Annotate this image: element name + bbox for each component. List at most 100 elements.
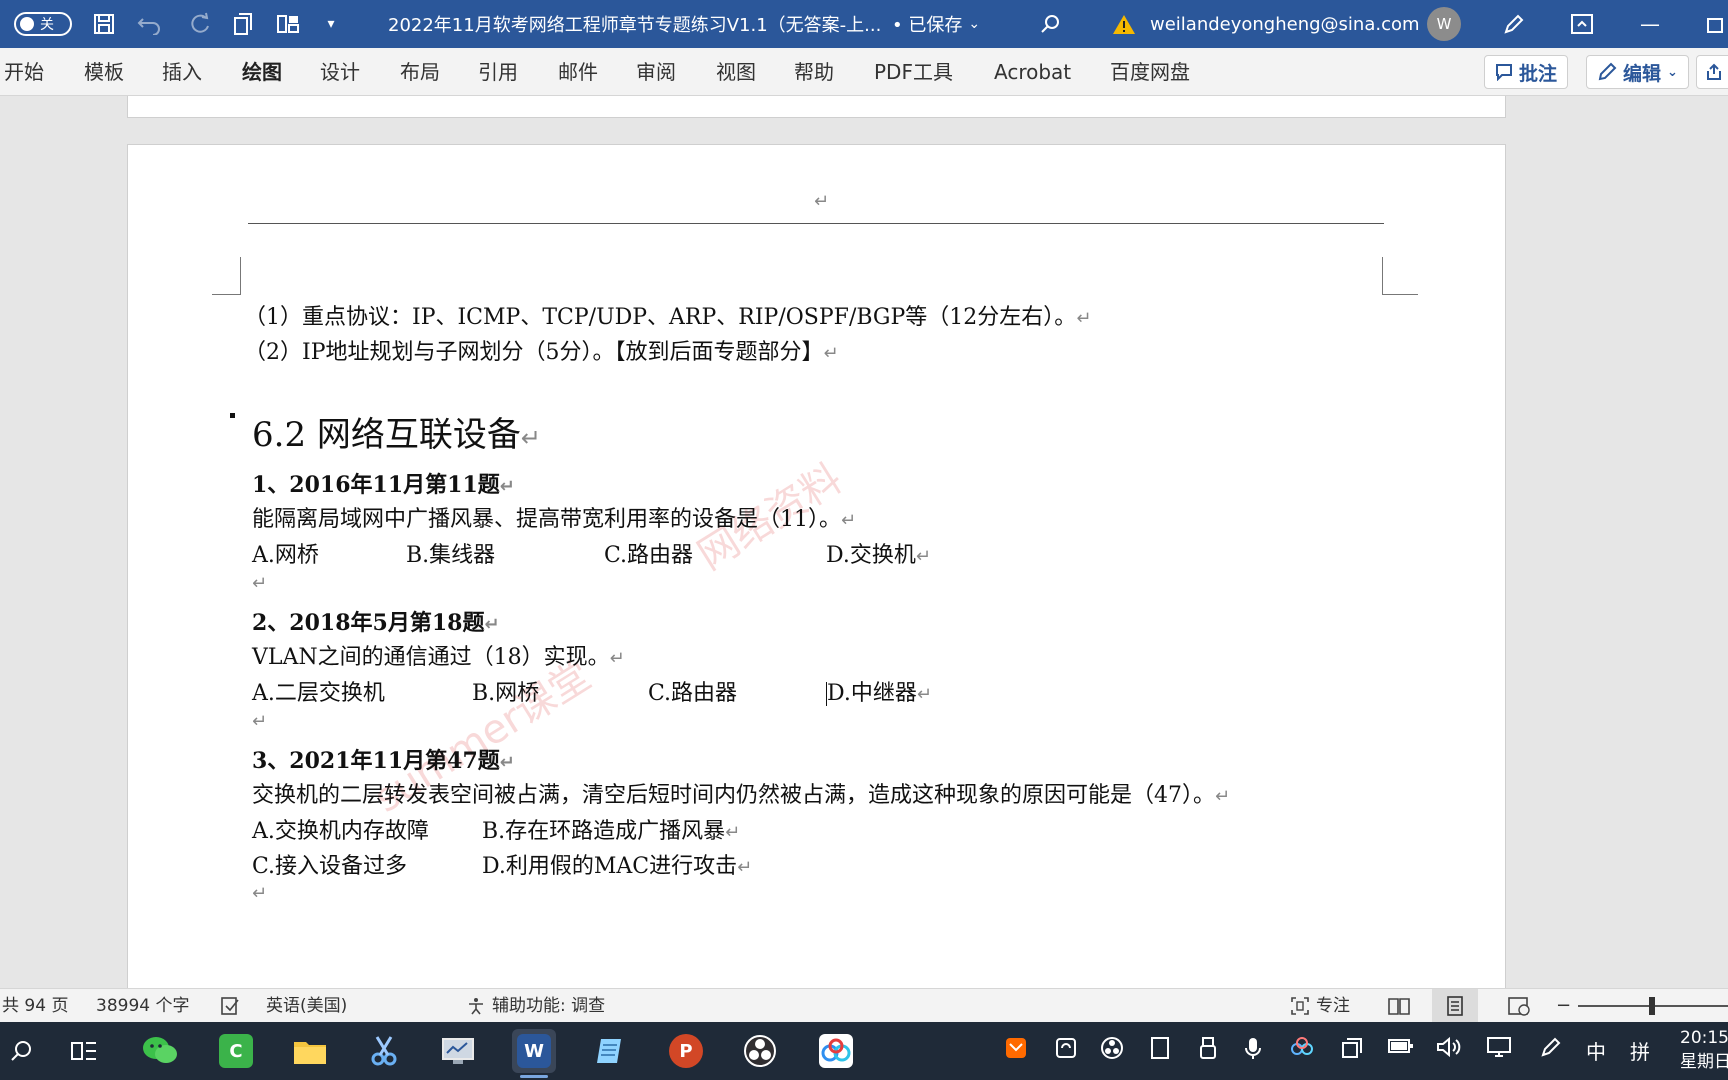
tab-baidu-netdisk[interactable]: 百度网盘 — [1110, 48, 1190, 96]
tray-app-icon[interactable] — [1004, 1036, 1028, 1065]
tab-review[interactable]: 审阅 — [636, 48, 676, 96]
clock[interactable]: 20:15 星期日 — [1680, 1026, 1728, 1074]
language-indicator[interactable]: 英语(美国) — [266, 989, 347, 1023]
tray-baidu-icon[interactable] — [1290, 1036, 1314, 1063]
ime-layout-indicator[interactable]: 拼 — [1630, 1036, 1650, 1065]
ribbon-display-icon[interactable] — [1562, 0, 1602, 48]
redo-icon[interactable] — [182, 0, 218, 48]
save-icon[interactable] — [86, 0, 122, 48]
usb-icon[interactable] — [1198, 1036, 1218, 1065]
answer-option: C.路由器 — [604, 543, 694, 568]
customize-toolbar-icon[interactable]: ▾ — [316, 0, 346, 48]
touch-mode-icon[interactable] — [226, 0, 260, 48]
tab-acrobat[interactable]: Acrobat — [994, 48, 1071, 96]
document-title[interactable]: 2022年11月软考网络工程师章节专题练习V1.1（无答案-上... — [388, 0, 888, 48]
pen-icon[interactable] — [1540, 1036, 1562, 1063]
microphone-icon[interactable] — [1244, 1036, 1262, 1065]
file-explorer-icon[interactable] — [288, 1029, 332, 1073]
save-status[interactable]: • 已保存 ⌄ — [892, 0, 1012, 48]
web-layout-icon[interactable] — [1508, 989, 1530, 1023]
save-status-text: • 已保存 — [892, 15, 963, 36]
share-button[interactable] — [1696, 55, 1728, 89]
title-bar-edge — [0, 0, 8, 48]
restore-icon[interactable] — [1700, 0, 1728, 48]
word-icon[interactable]: W — [512, 1029, 556, 1078]
page-count[interactable]: 共 94 页 — [2, 989, 68, 1023]
avatar[interactable]: W — [1424, 0, 1464, 48]
answer-option-text: D.利用假的MAC进行攻击 — [482, 854, 738, 879]
previous-page-bottom — [127, 96, 1506, 118]
zoom-out-icon[interactable]: − — [1556, 989, 1571, 1023]
document-title-text: 2022年11月软考网络工程师章节专题练习V1.1（无答案-上... — [388, 15, 882, 36]
battery-icon[interactable] — [1388, 1036, 1414, 1061]
question-heading: 3、2021年11月第47题↵ — [252, 743, 515, 775]
layout-icon[interactable] — [270, 0, 306, 48]
powerpoint-icon[interactable]: P — [664, 1029, 708, 1073]
comment-icon — [1496, 64, 1512, 81]
question-text-body: VLAN之间的通信通过（18）实现。 — [252, 645, 610, 670]
tray-sync-icon[interactable] — [1054, 1036, 1078, 1065]
tab-pdf-tools[interactable]: PDF工具 — [874, 48, 953, 96]
crop-mark-left-v — [240, 257, 241, 295]
avatar-letter: W — [1427, 7, 1461, 41]
answer-option-text: D.中继器 — [827, 681, 917, 706]
tab-draw[interactable]: 绘图 — [242, 48, 282, 96]
tray-obs-icon[interactable] — [1100, 1036, 1124, 1065]
chevron-down-icon: ⌄ — [968, 16, 981, 32]
clock-time: 20:15 — [1680, 1028, 1728, 1048]
search-icon[interactable] — [1032, 0, 1068, 48]
tray-window-icon[interactable] — [1340, 1036, 1364, 1065]
read-mode-icon[interactable] — [1388, 989, 1410, 1023]
wechat-icon[interactable] — [138, 1029, 182, 1073]
print-layout-icon[interactable] — [1432, 989, 1478, 1023]
tray-notepad-icon[interactable] — [1150, 1036, 1170, 1065]
tab-references[interactable]: 引用 — [478, 48, 518, 96]
share-icon — [1707, 63, 1721, 80]
search-icon[interactable] — [0, 1029, 44, 1073]
document-page[interactable]: ↵ 网络资料 summer课堂 （1）重点协议：IP、ICMP、TCP/UDP、… — [127, 144, 1506, 988]
document-canvas[interactable]: ↵ 网络资料 summer课堂 （1）重点协议：IP、ICMP、TCP/UDP、… — [0, 96, 1728, 988]
tab-layout[interactable]: 布局 — [400, 48, 440, 96]
undo-icon[interactable] — [128, 0, 172, 48]
tab-mailings[interactable]: 邮件 — [558, 48, 598, 96]
pen-icon[interactable] — [1494, 0, 1534, 48]
focus-mode-button[interactable]: 专注 — [1290, 989, 1350, 1023]
edit-mode-button[interactable]: 编辑 ⌄ — [1586, 55, 1689, 89]
obs-icon[interactable] — [738, 1029, 782, 1073]
paragraph-mark: ↵ — [841, 510, 857, 531]
task-view-icon[interactable] — [62, 1029, 106, 1073]
accessibility-status[interactable]: 辅助功能: 调查 — [466, 989, 605, 1023]
network-icon[interactable] — [1486, 1036, 1512, 1063]
device-manager-icon[interactable] — [436, 1029, 480, 1073]
snipping-tool-icon[interactable] — [362, 1029, 406, 1073]
question-heading-text: 2、2018年5月第18题 — [252, 610, 485, 636]
tab-design[interactable]: 设计 — [320, 48, 360, 96]
answer-option: B.存在环路造成广播风暴↵ — [482, 813, 740, 845]
word-count[interactable]: 38994 个字 — [96, 989, 189, 1023]
tab-home[interactable]: 开始 — [4, 48, 44, 96]
notepad-icon[interactable] — [588, 1029, 632, 1073]
question-text: 能隔离局域网中广播风暴、提高带宽利用率的设备是（11）。↵ — [252, 501, 856, 533]
paragraph-mark: ↵ — [499, 752, 515, 773]
camtasia-icon[interactable]: C — [214, 1029, 258, 1073]
empty-paragraph-mark: ↵ — [252, 711, 268, 732]
paragraph-mark: ↵ — [499, 476, 515, 497]
zoom-slider-thumb[interactable] — [1648, 997, 1655, 1015]
tab-template[interactable]: 模板 — [84, 48, 124, 96]
tab-help[interactable]: 帮助 — [794, 48, 834, 96]
warning-icon[interactable] — [1108, 0, 1140, 48]
minimize-icon[interactable]: — — [1630, 0, 1670, 48]
ime-mode-indicator[interactable]: 中 — [1586, 1036, 1606, 1065]
question-heading-text: 1、2016年11月第11题 — [252, 472, 500, 498]
question-heading: 1、2016年11月第11题↵ — [252, 467, 515, 499]
answer-option: C.路由器 — [648, 681, 738, 706]
account-name[interactable]: weilandeyongheng@sina.com — [1150, 0, 1420, 48]
comment-button[interactable]: 批注 — [1484, 55, 1569, 89]
tab-insert[interactable]: 插入 — [162, 48, 202, 96]
tab-view[interactable]: 视图 — [716, 48, 756, 96]
proofing-icon[interactable] — [220, 989, 240, 1023]
answer-option: D.交换机↵ — [826, 537, 931, 569]
autosave-toggle[interactable]: 关 — [12, 0, 74, 48]
volume-icon[interactable] — [1436, 1036, 1462, 1063]
baidu-netdisk-icon[interactable] — [814, 1029, 858, 1073]
